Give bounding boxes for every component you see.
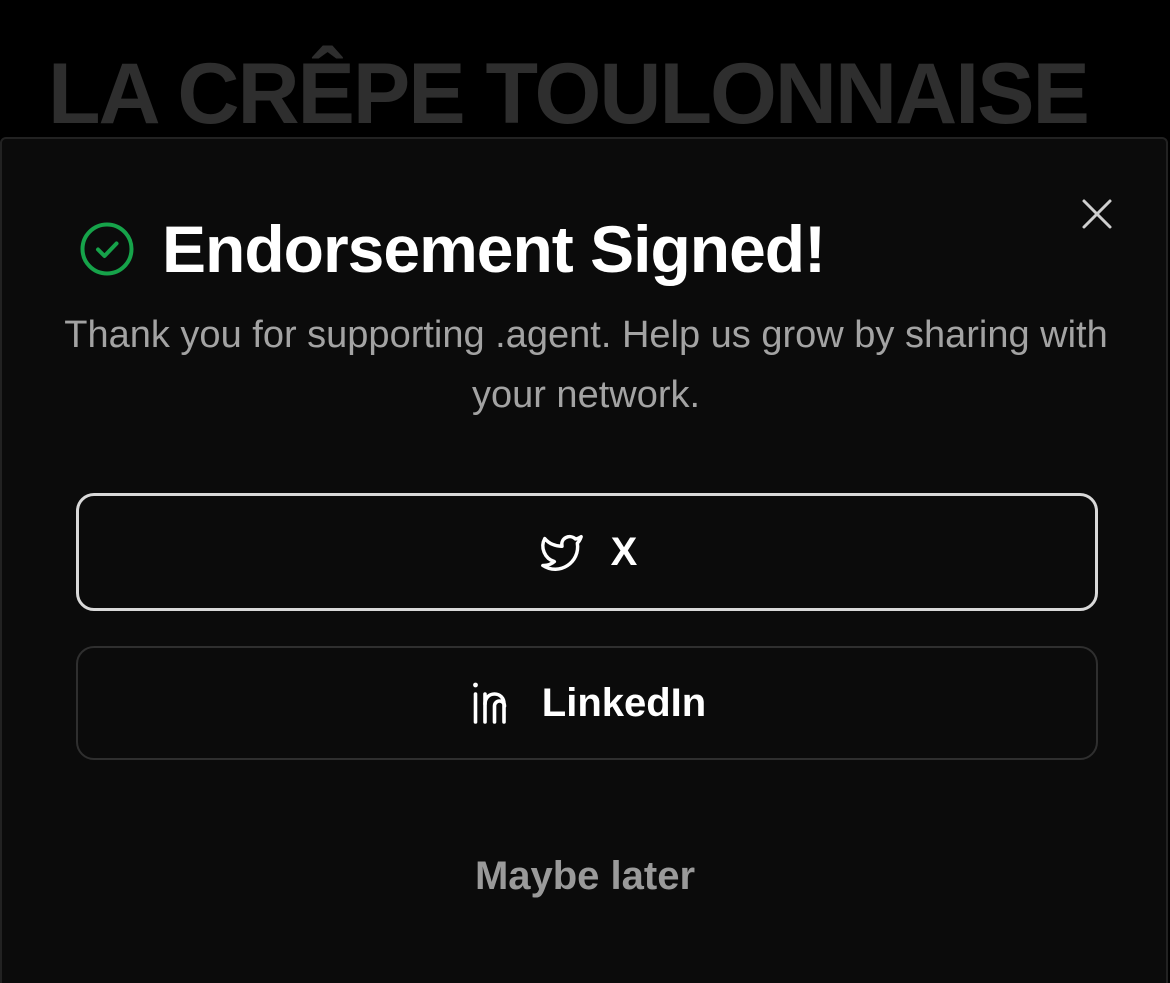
check-circle-icon	[78, 220, 136, 278]
endorsement-modal: Endorsement Signed! Thank you for suppor…	[0, 137, 1168, 983]
maybe-later-button[interactable]: Maybe later	[2, 854, 1168, 899]
close-icon	[1082, 199, 1112, 229]
modal-header: Endorsement Signed!	[78, 209, 826, 289]
twitter-bird-icon	[537, 527, 587, 577]
share-x-label: X	[610, 529, 638, 574]
linkedin-icon	[468, 678, 518, 728]
share-x-button[interactable]: X	[76, 493, 1098, 611]
close-button[interactable]	[1077, 194, 1117, 234]
modal-subtitle: Thank you for supporting .agent. Help us…	[64, 314, 1108, 416]
share-linkedin-button[interactable]: LinkedIn	[76, 646, 1098, 760]
modal-title: Endorsement Signed!	[162, 212, 826, 286]
background-page-title: LA CRÊPE TOULONNAISE	[48, 46, 1090, 142]
share-linkedin-label: LinkedIn	[541, 680, 707, 725]
page: LA CRÊPE TOULONNAISE Endorsement Signed!…	[0, 0, 1170, 983]
